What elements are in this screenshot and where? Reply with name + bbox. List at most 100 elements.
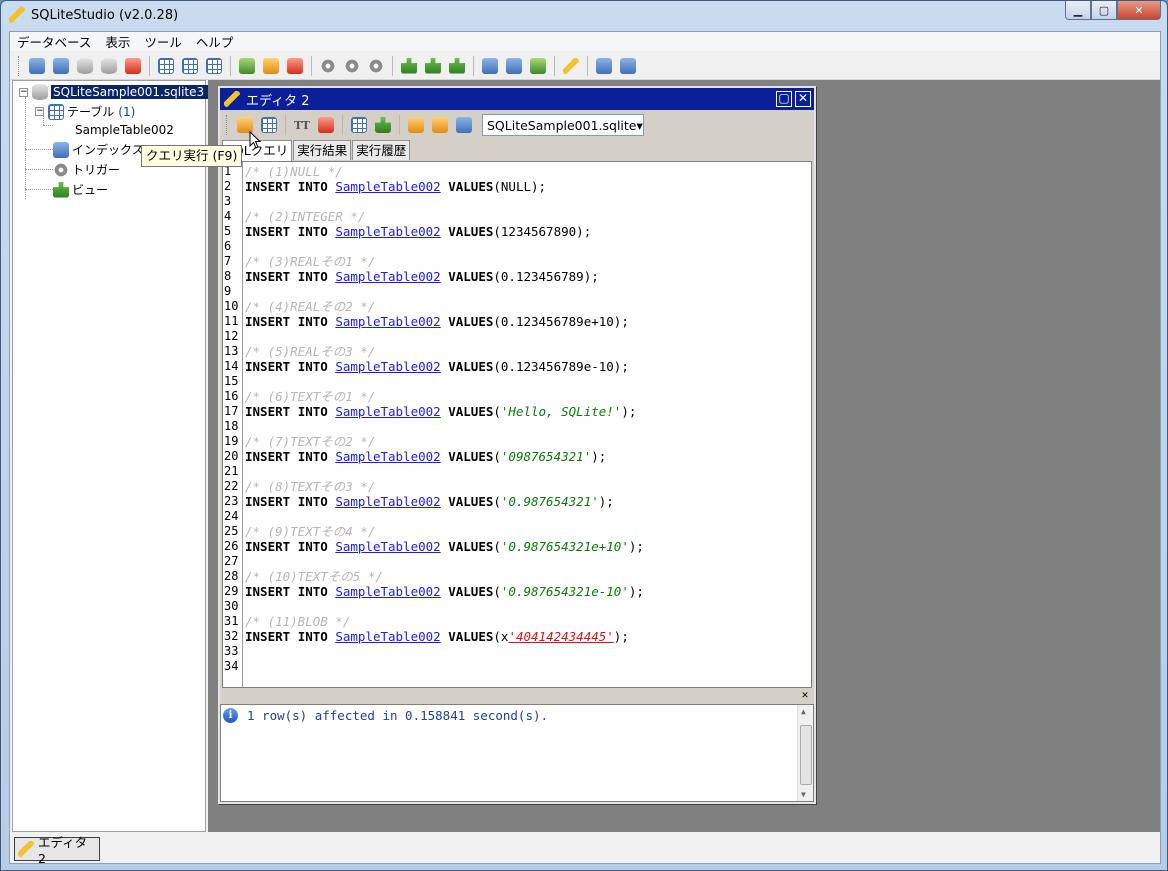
- delete-index-button[interactable]: [283, 55, 307, 77]
- edit-index-button[interactable]: [259, 55, 283, 77]
- add-database-button[interactable]: [25, 55, 49, 77]
- tree-item-triggers[interactable]: トリガー: [53, 161, 120, 178]
- delete-view-button[interactable]: [445, 55, 469, 77]
- collapse-toggle[interactable]: −: [35, 107, 44, 116]
- format-button[interactable]: TT: [290, 114, 314, 136]
- scroll-up-icon[interactable]: ▲: [801, 707, 806, 716]
- code-line: /* (6)TEXTその1 */: [245, 389, 375, 404]
- new-database-button[interactable]: [73, 55, 97, 77]
- line-number: 26: [224, 539, 239, 553]
- table-name-link: SampleTable002: [335, 494, 441, 509]
- new-index-button[interactable]: [235, 55, 259, 77]
- tree-item-views[interactable]: ビュー: [53, 181, 108, 198]
- close-button[interactable]: ✕: [1117, 1, 1161, 20]
- sql-keyword: INTO: [297, 494, 328, 509]
- collapse-toggle[interactable]: −: [19, 87, 28, 97]
- edit-trigger-button[interactable]: [340, 55, 364, 77]
- sql-keyword: VALUES: [448, 494, 494, 509]
- sql-keyword: INTO: [297, 539, 328, 554]
- sql-comment: /* (7)TEXTその2 */: [245, 434, 376, 449]
- tree-line: [25, 169, 53, 170]
- clear-button[interactable]: [314, 114, 338, 136]
- sql-keyword: INTO: [297, 404, 328, 419]
- clear-icon: [318, 117, 334, 133]
- editor-title-bar[interactable]: エディタ 2 ▢ ✕: [220, 88, 814, 110]
- new-trigger-button[interactable]: [316, 55, 340, 77]
- table-name-link: SampleTable002: [335, 224, 441, 239]
- tree-item-indexes[interactable]: インデックス: [53, 141, 144, 158]
- delete-database-button[interactable]: [121, 55, 145, 77]
- sql-keyword: INSERT: [245, 584, 291, 599]
- menu-database[interactable]: データベース: [10, 32, 98, 51]
- refresh-button[interactable]: [526, 55, 550, 77]
- delete-trigger-button[interactable]: [364, 55, 388, 77]
- tree-item-table[interactable]: SampleTable002: [75, 123, 174, 137]
- sql-code-editor[interactable]: 1 2 3 4 5 6 7 8 9 10 11 12 13 14 15 16 17 18 19 20 21 22 23 24 2…: [222, 161, 812, 688]
- edit-table-button[interactable]: [178, 55, 202, 77]
- menu-view[interactable]: 表示: [98, 32, 137, 51]
- line-number: 16: [224, 389, 239, 403]
- scroll-thumb[interactable]: [800, 725, 812, 785]
- plugins-button[interactable]: [616, 55, 640, 77]
- code-line: INSERT INTO SampleTable002 VALUES('09876…: [245, 449, 607, 464]
- folder-icon: [432, 117, 448, 133]
- tree-tables-label: テーブル: [67, 105, 115, 119]
- code-line: /* (8)TEXTその3 */: [245, 479, 375, 494]
- tile-windows-button[interactable]: [502, 55, 526, 77]
- line-number: 15: [224, 374, 239, 388]
- execute-from-file-button[interactable]: [404, 114, 428, 136]
- tree-line: [25, 149, 53, 150]
- menu-tools[interactable]: ツール: [137, 32, 189, 51]
- tree-item-tables[interactable]: − テーブル (1): [35, 103, 135, 120]
- mdi-workspace: エディタ 2 ▢ ✕ TT SQLiteSample001.sqlite ▾ S…: [208, 80, 1160, 832]
- sql-keyword: VALUES: [448, 359, 494, 374]
- remove-database-button[interactable]: [49, 55, 73, 77]
- toolbar-grip[interactable]: [226, 115, 229, 135]
- tree-views-label: ビュー: [72, 183, 109, 197]
- index-delete-icon: [287, 57, 303, 74]
- table-view-button[interactable]: [347, 114, 371, 136]
- code-line: /* (5)REALその3 */: [245, 344, 375, 359]
- toolbar-grip[interactable]: [18, 55, 21, 76]
- messages-scrollbar[interactable]: ▲ ▼: [797, 705, 813, 801]
- sql-keyword: INSERT: [245, 269, 291, 284]
- edit-view-button[interactable]: [421, 55, 445, 77]
- editor-maximize-button[interactable]: ▢: [776, 91, 792, 107]
- database-select[interactable]: SQLiteSample001.sqlite ▾: [482, 114, 644, 136]
- tree-line: [43, 125, 53, 126]
- code-line: INSERT INTO SampleTable002 VALUES('Hello…: [245, 404, 637, 419]
- title-bar[interactable]: SQLiteStudio (v2.0.28) ▁ ▢ ✕: [1, 1, 1167, 29]
- new-view-button[interactable]: [397, 55, 421, 77]
- sql-keyword: INSERT: [245, 179, 291, 194]
- tab-history[interactable]: 実行履歴: [352, 140, 411, 160]
- sql-comment: /* (9)TEXTその4 */: [245, 524, 376, 539]
- new-table-button[interactable]: [154, 55, 178, 77]
- sql-keyword: INSERT: [245, 629, 291, 644]
- cascade-windows-button[interactable]: [478, 55, 502, 77]
- line-number: 25: [224, 524, 239, 538]
- open-editor-button[interactable]: [559, 55, 583, 77]
- scroll-down-icon[interactable]: ▼: [801, 790, 806, 799]
- save-file-button[interactable]: [452, 114, 476, 136]
- code-line: /* (4)REALその2 */: [245, 299, 375, 314]
- edit-database-button[interactable]: [97, 55, 121, 77]
- messages-close-icon[interactable]: ✕: [800, 692, 810, 702]
- line-number: 12: [224, 329, 239, 343]
- open-file-button[interactable]: [428, 114, 452, 136]
- table-name-link: SampleTable002: [335, 584, 441, 599]
- delete-table-button[interactable]: [202, 55, 226, 77]
- tab-results[interactable]: 実行結果: [293, 140, 352, 160]
- toolbar-separator: [149, 55, 150, 76]
- line-number: 30: [224, 599, 239, 613]
- tile-icon: [506, 57, 522, 74]
- index-icon: [53, 141, 69, 158]
- taskbar-editor-button[interactable]: エディタ 2: [14, 835, 100, 866]
- config-button[interactable]: [592, 55, 616, 77]
- menu-help[interactable]: ヘルプ: [189, 32, 241, 51]
- maximize-button[interactable]: ▢: [1091, 1, 1117, 20]
- tree-view-button[interactable]: [371, 114, 395, 136]
- editor-close-button[interactable]: ✕: [795, 91, 811, 107]
- tree-indexes-label: インデックス: [72, 143, 144, 157]
- code-line: INSERT INTO SampleTable002 VALUES(0.1234…: [245, 269, 599, 284]
- minimize-button[interactable]: ▁: [1065, 1, 1091, 20]
